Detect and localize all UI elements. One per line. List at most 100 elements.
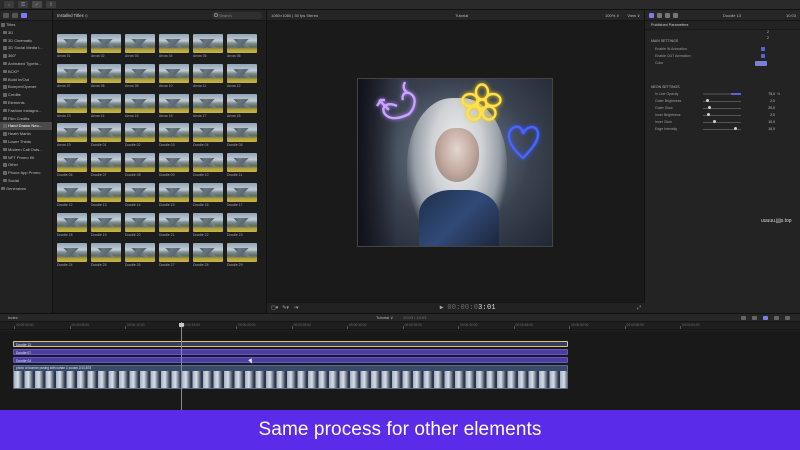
- title-thumbnail[interactable]: Doodle 08: [125, 153, 155, 177]
- title-thumbnail[interactable]: Doodle 16: [193, 182, 223, 207]
- title-inspector-icon[interactable]: [649, 12, 654, 18]
- video-inspector-icon[interactable]: [657, 12, 662, 18]
- param-value[interactable]: 75,0: [757, 91, 775, 97]
- sidebar-item[interactable]: 360°: [0, 52, 52, 60]
- title-thumbnail[interactable]: Arrow 17: [193, 93, 223, 118]
- sidebar-item[interactable]: Modern Call Outs...: [0, 146, 52, 154]
- title-thumbnail[interactable]: Doodle 28: [193, 242, 223, 267]
- title-thumbnail[interactable]: Arrow 16: [159, 93, 189, 118]
- color-swatch[interactable]: [755, 60, 767, 66]
- project-menu[interactable]: Tutorial ∨: [376, 315, 393, 320]
- title-thumbnail[interactable]: Doodle 02: [125, 123, 155, 147]
- title-thumbnail[interactable]: Doodle 04: [193, 123, 223, 147]
- title-thumbnail[interactable]: Doodle 26: [125, 242, 155, 267]
- param-value[interactable]: 10,0: [757, 126, 775, 132]
- title-thumbnail[interactable]: Arrow 06: [227, 34, 257, 58]
- sidebar-item[interactable]: Hand Drawn Neo...: [0, 122, 52, 131]
- title-thumbnail[interactable]: Doodle 27: [159, 242, 189, 267]
- title-thumbnail[interactable]: Doodle 14: [125, 182, 155, 207]
- sidebar-item[interactable]: Animated Typefa...: [0, 60, 52, 68]
- title-clip[interactable]: Doodle 07: [13, 349, 568, 355]
- key-icon[interactable]: ⚿: [18, 1, 28, 8]
- title-thumbnail[interactable]: Arrow 04: [159, 34, 189, 58]
- title-thumbnail[interactable]: Arrow 12: [227, 63, 257, 88]
- import-icon[interactable]: ↓: [4, 1, 14, 8]
- title-thumbnail[interactable]: Doodle 05: [227, 123, 257, 147]
- param-checkbox[interactable]: [761, 47, 765, 51]
- title-thumbnail[interactable]: Arrow 18: [227, 93, 257, 118]
- title-thumbnail[interactable]: Arrow 02: [91, 34, 121, 58]
- sidebar-item[interactable]: BCKP: [0, 68, 52, 76]
- title-thumbnail[interactable]: Arrow 05: [193, 34, 223, 58]
- param-slider[interactable]: [703, 121, 741, 123]
- search-input[interactable]: Search: [212, 11, 262, 19]
- sidebar-item[interactable]: Film Credits: [0, 115, 52, 123]
- sidebar-item[interactable]: 3D Cinematic: [0, 37, 52, 45]
- title-thumbnail[interactable]: Arrow 14: [91, 93, 121, 118]
- title-thumbnail[interactable]: Arrow 01: [57, 34, 87, 58]
- param-value[interactable]: 2,0: [757, 98, 775, 104]
- slider-knob[interactable]: [708, 106, 712, 110]
- param-section[interactable]: MAIN SETTINGS: [645, 38, 800, 44]
- title-thumbnail[interactable]: Arrow 10: [159, 63, 189, 88]
- fullscreen-icon[interactable]: ⤢: [637, 305, 641, 311]
- title-thumbnail[interactable]: Doodle 15: [159, 182, 189, 207]
- title-thumbnail[interactable]: Arrow 13: [57, 93, 87, 118]
- timeline-area[interactable]: Doodle 13 Doodle 07 Doodle 04 photo of wom…: [0, 331, 800, 410]
- title-clip[interactable]: Doodle 04: [13, 357, 568, 363]
- zoom-menu[interactable]: 100% ∨: [605, 13, 619, 18]
- playhead-handle[interactable]: [179, 323, 184, 327]
- slider-knob[interactable]: [706, 113, 710, 117]
- slider-knob[interactable]: [706, 99, 710, 103]
- view-menu[interactable]: View ∨: [627, 13, 640, 18]
- param-value[interactable]: 20,0: [757, 105, 775, 111]
- snapping-icon[interactable]: [763, 315, 768, 320]
- check-icon[interactable]: ✓: [32, 1, 42, 8]
- sidebar-group[interactable]: Titles: [0, 21, 52, 29]
- title-thumbnail[interactable]: Arrow 03: [125, 34, 155, 58]
- title-thumbnail[interactable]: Doodle 19: [91, 212, 121, 237]
- share-icon[interactable]: ⇪: [46, 1, 56, 8]
- sidebar-item[interactable]: Heath Martin: [0, 130, 52, 138]
- title-thumbnail[interactable]: Doodle 17: [227, 182, 257, 207]
- title-thumbnail[interactable]: Doodle 29: [227, 242, 257, 267]
- title-thumbnail[interactable]: Doodle 21: [159, 212, 189, 237]
- titles-generators-icon[interactable]: [21, 12, 27, 18]
- info-inspector-icon[interactable]: [673, 12, 678, 18]
- title-thumbnail[interactable]: Doodle 13: [91, 182, 121, 207]
- title-clip[interactable]: Doodle 13: [13, 341, 568, 347]
- param-section[interactable]: NEON SETTINGS: [645, 84, 800, 90]
- headphones-icon[interactable]: [752, 315, 757, 320]
- param-checkbox[interactable]: [761, 54, 765, 58]
- sidebar-item[interactable]: NFT Promo Kit: [0, 154, 52, 162]
- title-thumbnail[interactable]: Doodle 22: [193, 212, 223, 237]
- title-thumbnail[interactable]: Doodle 09: [159, 153, 189, 177]
- title-thumbnail[interactable]: Doodle 24: [57, 242, 87, 267]
- title-thumbnail[interactable]: Doodle 12: [57, 182, 87, 207]
- title-thumbnail[interactable]: Arrow 08: [91, 63, 121, 88]
- title-thumbnail[interactable]: Doodle 25: [91, 242, 121, 267]
- sidebar-item[interactable]: Elements: [0, 99, 52, 107]
- title-thumbnail[interactable]: Arrow 09: [125, 63, 155, 88]
- sidebar-item[interactable]: Bumper/Opener: [0, 83, 52, 91]
- sidebar-item[interactable]: Social: [0, 177, 52, 185]
- param-value[interactable]: 2,0: [757, 112, 775, 118]
- video-clip[interactable]: photo of woman posing with cuhan 1 cousi…: [13, 365, 568, 389]
- browser-title[interactable]: Installed Titles ◇: [57, 13, 88, 18]
- sidebar-item[interactable]: Build In/Out: [0, 76, 52, 84]
- slider-knob[interactable]: [733, 127, 737, 131]
- title-thumbnail[interactable]: Doodle 01: [91, 123, 121, 147]
- sidebar-item[interactable]: Lower Thirds: [0, 138, 52, 146]
- sidebar-item[interactable]: Fashion Instagra...: [0, 107, 52, 115]
- sidebar-group[interactable]: Generators: [0, 185, 52, 193]
- title-thumbnail[interactable]: Arrow 15: [125, 93, 155, 118]
- zoom-slider-icon[interactable]: [785, 315, 790, 320]
- sidebar-item[interactable]: Credits: [0, 91, 52, 99]
- title-thumbnail[interactable]: Doodle 06: [57, 153, 87, 177]
- music-icon[interactable]: [12, 12, 18, 18]
- enhance-icon[interactable]: ✎▾: [282, 305, 289, 311]
- title-thumbnail[interactable]: Doodle 03: [159, 123, 189, 147]
- param-value[interactable]: 10,0: [757, 119, 775, 125]
- sidebar-item[interactable]: Phone App Promo: [0, 169, 52, 177]
- title-thumbnail[interactable]: Doodle 11: [227, 153, 257, 177]
